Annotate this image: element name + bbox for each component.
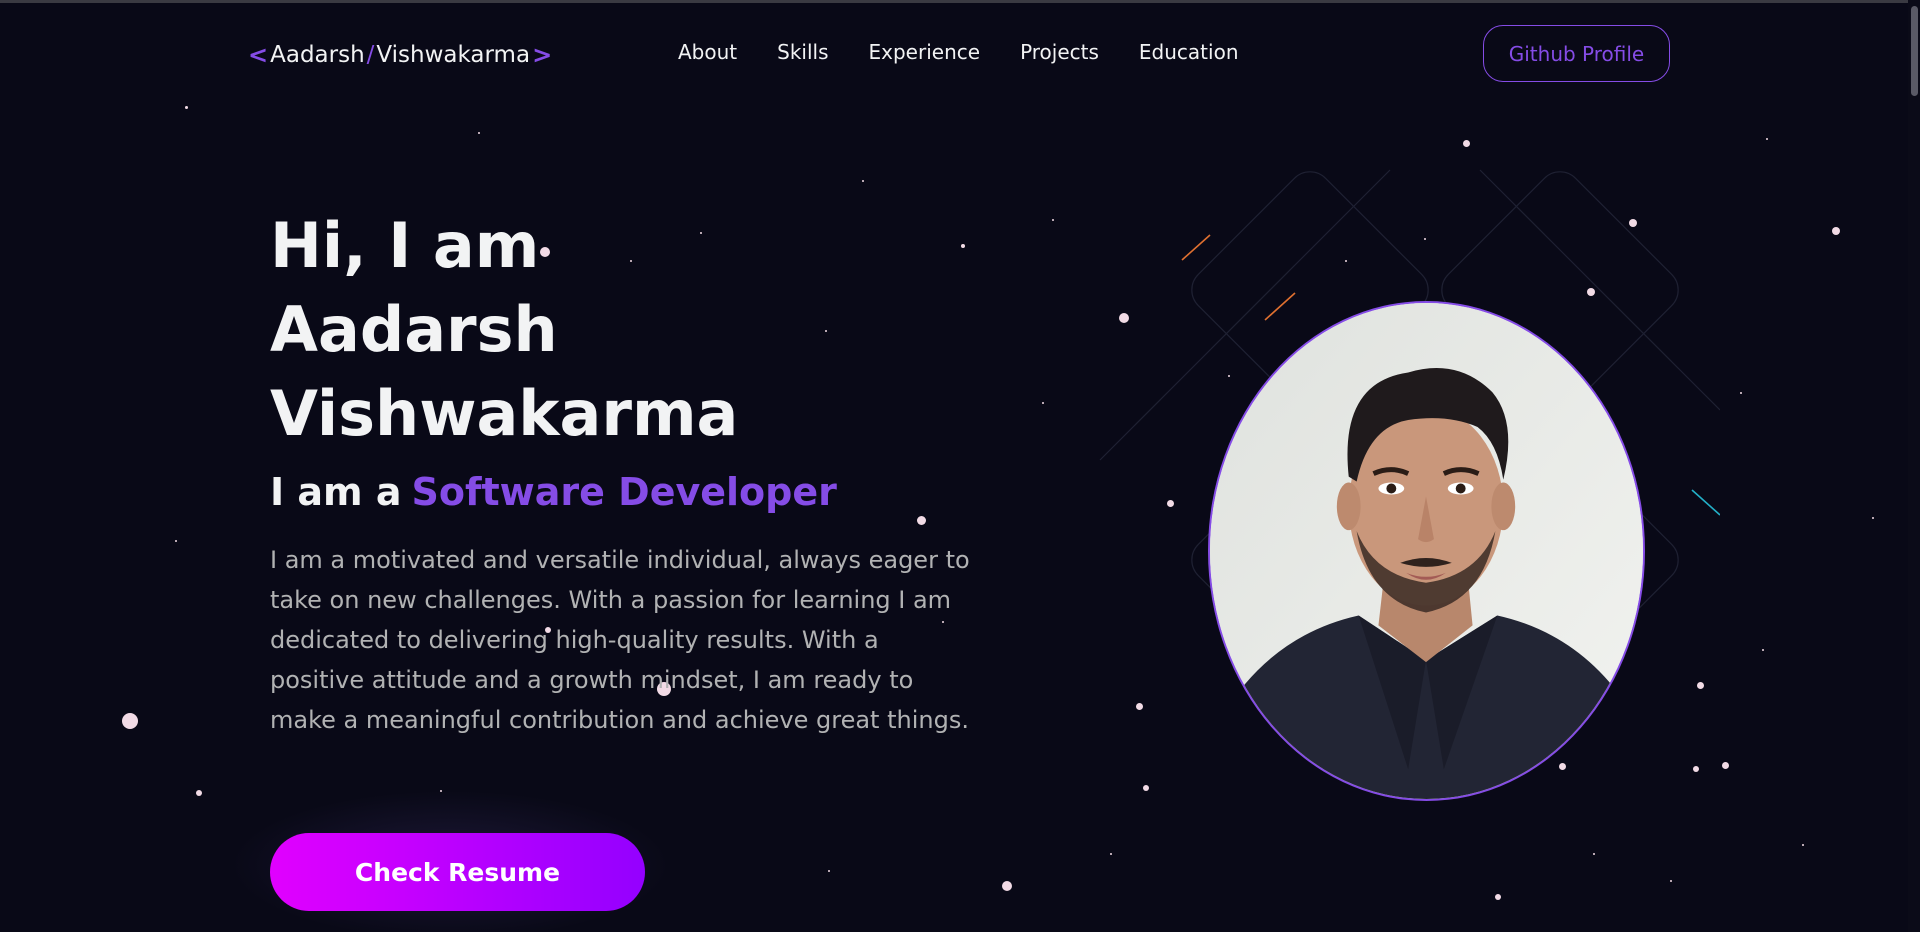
nav-link-education[interactable]: Education bbox=[1139, 40, 1239, 64]
nav-link-experience[interactable]: Experience bbox=[869, 40, 981, 64]
role-prefix: I am a bbox=[270, 470, 402, 514]
hero-title-line-1: Hi, I am bbox=[270, 209, 540, 282]
window-top-border bbox=[0, 0, 1920, 3]
profile-photo bbox=[1208, 301, 1645, 801]
hero-title: Hi, I am Aadarsh Vishwakarma bbox=[270, 204, 970, 456]
hero-role: I am a Software Developer bbox=[270, 470, 837, 514]
person-avatar-icon bbox=[1210, 303, 1643, 799]
hero-title-line-2: Aadarsh bbox=[270, 293, 558, 366]
logo-slash: / bbox=[366, 42, 375, 68]
page-scrollbar[interactable] bbox=[1908, 0, 1920, 932]
role-value: Software Developer bbox=[411, 470, 837, 514]
hero-title-line-3: Vishwakarma bbox=[270, 377, 739, 450]
navbar: < Aadarsh / Vishwakarma > About Skills E… bbox=[0, 24, 1920, 82]
nav-link-about[interactable]: About bbox=[678, 40, 737, 64]
logo-last-name: Vishwakarma bbox=[376, 42, 531, 68]
nav-link-skills[interactable]: Skills bbox=[777, 40, 828, 64]
check-resume-button[interactable]: Check Resume bbox=[270, 833, 645, 911]
scrollbar-thumb[interactable] bbox=[1911, 6, 1918, 96]
nav-menu: About Skills Experience Projects Educati… bbox=[678, 40, 1239, 64]
portfolio-page: < Aadarsh / Vishwakarma > About Skills E… bbox=[0, 0, 1920, 932]
site-logo[interactable]: < Aadarsh / Vishwakarma > bbox=[248, 40, 552, 70]
nav-link-projects[interactable]: Projects bbox=[1020, 40, 1099, 64]
logo-open-chevron-icon: < bbox=[248, 41, 269, 69]
hero-description: I am a motivated and versatile individua… bbox=[270, 546, 970, 734]
github-profile-button[interactable]: Github Profile bbox=[1483, 25, 1670, 82]
logo-first-name: Aadarsh bbox=[270, 42, 365, 68]
logo-close-chevron-icon: > bbox=[532, 41, 553, 69]
